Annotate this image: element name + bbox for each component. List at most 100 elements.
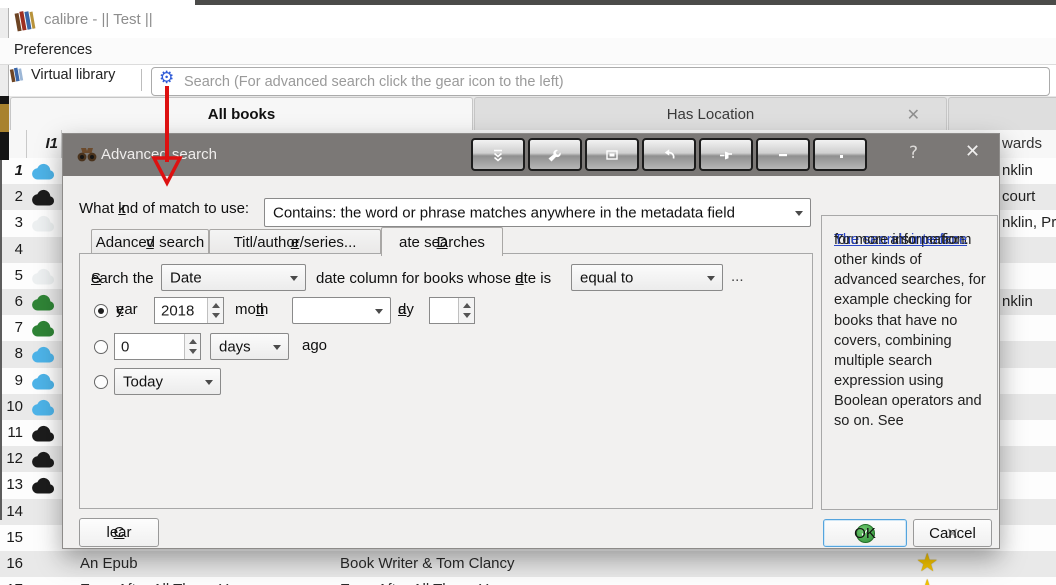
row-number: 4 <box>14 240 23 258</box>
table-row[interactable]: 16 An Epub Book Writer & Tom Clancy ★ <box>0 548 1056 579</box>
cloud-status-icon <box>31 530 57 547</box>
row-number: 10 <box>6 397 23 415</box>
spin-down-icon[interactable] <box>211 313 220 318</box>
date-column-combobox[interactable]: Date <box>161 264 306 291</box>
today-value: Today <box>123 373 164 390</box>
row-number: 11 <box>7 424 23 441</box>
spin-down-icon[interactable] <box>188 349 197 354</box>
unit-combobox[interactable]: days <box>210 333 289 360</box>
author-fragment: court <box>1002 188 1036 206</box>
match-kind-value: Contains: the word or phrase matches any… <box>273 204 735 221</box>
cloud-status-icon <box>32 478 55 494</box>
undo-icon[interactable] <box>642 138 696 171</box>
match-kind-label: What k ind of match to use: <box>79 200 250 217</box>
spinner-buttons[interactable] <box>458 298 474 323</box>
row-number: 8 <box>14 345 23 363</box>
tab-date-searches[interactable]: Date searches <box>381 227 503 256</box>
row-number: 6 <box>14 293 23 310</box>
author-fragment: nklin, Pr <box>1002 214 1056 232</box>
cloud-status-icon <box>32 452 55 468</box>
count-value: 0 <box>121 338 130 355</box>
dot-icon[interactable] <box>813 138 867 171</box>
dialog-help-icon[interactable]: ? <box>909 143 918 163</box>
help-text-before: You can also perform other kinds of adva… <box>834 232 986 430</box>
author-fragment: nklin <box>1002 293 1033 310</box>
book-author: Even After All These Years <box>340 581 517 585</box>
tab-title-author-series[interactable]: Titl e/author/series... <box>209 229 381 255</box>
collapse-icon[interactable] <box>471 138 525 171</box>
spinner-buttons[interactable] <box>207 298 223 323</box>
row-number: 16 <box>6 555 23 572</box>
tab-advanced-search[interactable]: Ad v anced search <box>91 229 209 255</box>
cancel-label: Cancel <box>929 524 976 542</box>
cloud-status-icon <box>31 242 57 259</box>
year-spinner[interactable]: 2018 <box>154 297 224 324</box>
month-label: mo n th <box>235 301 269 318</box>
date-column-middle-label: date column for books whose d ate is <box>316 270 552 287</box>
radio-today[interactable] <box>94 375 108 389</box>
cloud-status-icon <box>32 373 55 390</box>
book-author: Book Writer & Tom Clancy <box>340 555 515 572</box>
chevron-down-icon <box>375 308 383 314</box>
cloud-status-icon <box>32 347 55 363</box>
rating-star-icon: ★ <box>916 574 938 585</box>
book-title: Even After All These Years <box>80 581 257 585</box>
chevron-down-icon <box>290 275 298 281</box>
month-combobox[interactable] <box>292 297 391 324</box>
chevron-down-icon <box>707 275 715 281</box>
year-value: 2018 <box>161 302 195 319</box>
help-text-after: for more information. <box>834 232 969 248</box>
match-kind-combobox[interactable]: Contains: the word or phrase matches any… <box>264 198 811 227</box>
row-number: 17 <box>2 581 23 585</box>
spin-down-icon[interactable] <box>462 313 471 318</box>
chevron-down-icon <box>795 210 803 216</box>
radio-exact-date[interactable] <box>94 304 108 318</box>
dialog-close-icon[interactable]: ✕ <box>965 141 980 162</box>
cloud-status-icon <box>32 190 55 206</box>
row-number: 2 <box>14 188 23 206</box>
radio-days-ago[interactable] <box>94 340 108 354</box>
minimize-icon[interactable] <box>756 138 810 171</box>
year-label: y ear <box>116 301 138 318</box>
screen: calibre - || Test || Preferences Virtual… <box>0 0 1056 585</box>
window-icon[interactable] <box>585 138 639 171</box>
table-row[interactable]: 17 Even After All These Years Even After… <box>0 574 1056 585</box>
row-number: 5 <box>14 266 23 284</box>
cloud-status-icon <box>32 294 55 311</box>
cloud-status-icon <box>32 163 55 180</box>
row-number: 3 <box>14 214 23 232</box>
spin-up-icon[interactable] <box>188 339 197 344</box>
date-relation-combobox[interactable]: equal to <box>571 264 723 291</box>
spin-up-icon[interactable] <box>211 303 220 308</box>
date-column-value: Date <box>170 269 202 286</box>
cloud-status-icon <box>32 399 55 416</box>
wrench-icon[interactable] <box>528 138 582 171</box>
day-spinner[interactable] <box>429 297 475 324</box>
cloud-status-icon <box>32 216 55 232</box>
cloud-status-icon <box>31 504 57 521</box>
help-panel: You can also perform other kinds of adva… <box>821 215 998 510</box>
left-edge-line <box>0 160 2 520</box>
cloud-status-icon <box>31 556 57 573</box>
search-the-label: Search the <box>91 270 154 287</box>
day-label: d ay <box>398 301 414 318</box>
rating-star-icon: ★ <box>916 548 939 577</box>
red-annotation-arrow <box>151 86 183 187</box>
chevron-down-icon <box>205 379 213 385</box>
clear-button[interactable]: Clear <box>79 518 159 547</box>
binoculars-icon <box>77 148 97 162</box>
row-number: 12 <box>6 450 23 468</box>
cancel-button[interactable]: ✕ Cancel <box>913 519 992 547</box>
count-spinner[interactable]: 0 <box>114 333 201 360</box>
author-fragment: nklin <box>1002 162 1033 179</box>
cloud-status-icon <box>32 321 55 337</box>
spinner-buttons[interactable] <box>184 334 200 359</box>
ok-button[interactable]: ✓ OK <box>823 519 907 547</box>
spin-up-icon[interactable] <box>462 303 471 308</box>
pin-icon[interactable] <box>699 138 753 171</box>
today-combobox[interactable]: Today <box>114 368 221 395</box>
ago-label: ago <box>302 337 328 354</box>
cloud-status-icon <box>32 268 55 285</box>
ellipsis-label: ... <box>731 268 744 285</box>
book-spine-fragment <box>0 104 9 132</box>
